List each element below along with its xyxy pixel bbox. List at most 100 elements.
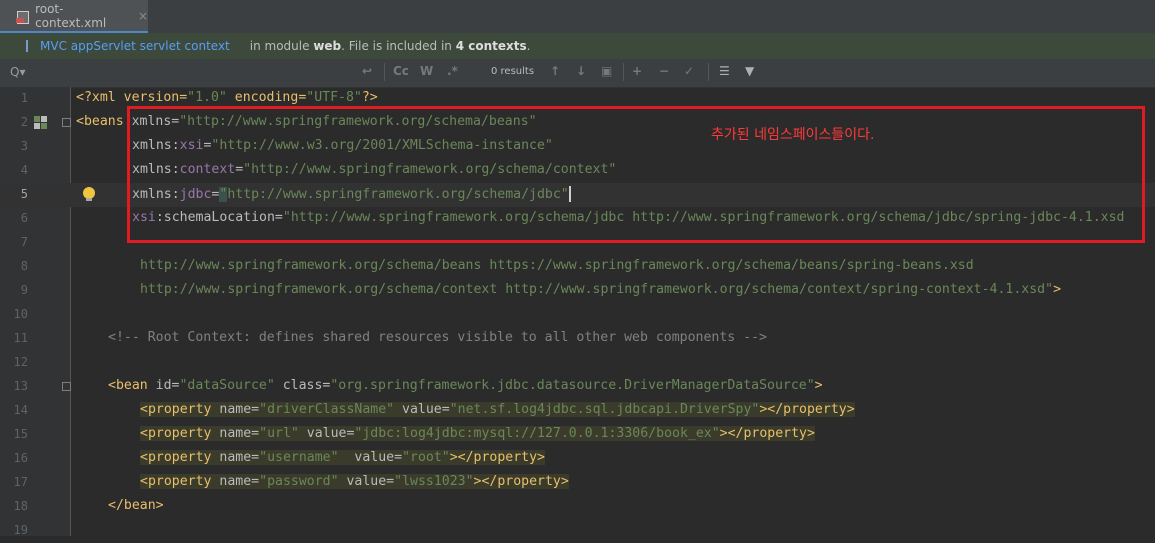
module-name: web [313, 39, 342, 53]
attr-value: "root" [402, 450, 450, 465]
bean-open-tag: <bean [108, 378, 156, 393]
attr-name: value [338, 474, 387, 489]
fold-toggle-icon[interactable] [62, 382, 71, 391]
line-number: 9 [20, 283, 28, 297]
attr-value: "url" [259, 426, 299, 441]
search-icon[interactable]: Q▾ [10, 65, 25, 79]
code-text: <!-- Root Context: defines shared resour… [108, 330, 767, 345]
close-icon[interactable]: × [138, 9, 148, 23]
funnel-filter-icon[interactable]: ▼ [745, 64, 754, 78]
attr-value: "dataSource" [179, 378, 275, 393]
property-open-tag: <property [140, 402, 220, 417]
servlet-context-link[interactable]: MVC appServlet servlet context [40, 39, 230, 53]
code-line: 18 </bean> [0, 495, 1155, 519]
line-number: 19 [13, 523, 28, 537]
code-text: http://www.springframework.org/schema/be… [140, 258, 974, 273]
line-number: 4 [20, 163, 28, 177]
beans-open-tag: <beans [76, 114, 132, 129]
property-close-tag: ></property> [719, 426, 815, 441]
info-text: in module web. File is included in 4 con… [250, 39, 531, 53]
xml-decl-close: ?> [361, 90, 378, 105]
attr-name: name [219, 450, 252, 465]
attr-equals: = [251, 402, 260, 417]
attr-name: value [394, 402, 442, 417]
previous-occurrence-icon[interactable]: ↑ [550, 64, 560, 78]
code-line: 19 [0, 519, 1155, 543]
attr-equals: = [394, 450, 403, 465]
lightbulb-icon[interactable] [83, 187, 95, 201]
attr-name: name [219, 426, 252, 441]
code-text: <property name="username" value="root"><… [140, 450, 545, 465]
add-occurrence-icon[interactable]: + [632, 64, 642, 78]
attr-value: "net.sf.log4jdbc.sql.jdbcapi.DriverSpy" [449, 402, 760, 417]
attr-name: id [155, 378, 172, 393]
attr-value: http://www.springframework.org/schema/be… [140, 258, 974, 273]
annotation-highlight-box [127, 106, 1145, 243]
code-line: 14 <property name="driverClassName" valu… [0, 399, 1155, 423]
tag-close: > [1053, 282, 1062, 297]
info-text-end: . [526, 39, 531, 53]
attr-equals: = [251, 426, 260, 441]
xml-encoding-attr: encoding= [226, 90, 307, 105]
code-line: 17 <property name="password" value="lwss… [0, 471, 1155, 495]
toolbar-separator [623, 63, 624, 81]
editor-tab-bar: root-context.xml × [0, 0, 1155, 34]
code-text: http://www.springframework.org/schema/co… [140, 282, 1061, 297]
code-text: <property name="driverClassName" value="… [140, 402, 855, 417]
toolbar-separator [708, 63, 709, 81]
line-number: 16 [13, 451, 28, 465]
code-text: <property name="password" value="lwss102… [140, 474, 569, 489]
xml-version-value: "1.0" [187, 90, 227, 105]
line-number: 6 [20, 211, 28, 225]
spring-bean-gutter-icon[interactable] [34, 116, 50, 130]
contexts-count[interactable]: 4 contexts [456, 39, 527, 53]
property-close-tag: ></property> [759, 402, 855, 417]
attr-equals: = [386, 474, 395, 489]
line-number: 18 [13, 499, 28, 513]
line-number: 15 [13, 427, 28, 441]
code-line: 10 [0, 303, 1155, 327]
search-results-count: 0 results [491, 66, 535, 77]
line-number: 8 [20, 259, 28, 273]
line-number: 7 [20, 235, 28, 249]
line-number: 13 [13, 379, 28, 393]
find-toolbar: Q▾ ↩ Cc W .* 0 results ↑ ↓ ▣ + − ✓ ☰ ▼ [0, 59, 1155, 88]
attr-value: "driverClassName" [259, 402, 395, 417]
select-all-occurrences-icon[interactable]: ▣ [601, 64, 612, 78]
file-tab[interactable]: root-context.xml × [0, 0, 148, 34]
code-line: 15 <property name="url" value="jdbc:log4… [0, 423, 1155, 447]
filter-search-icon[interactable]: ☰ [719, 64, 730, 78]
regex-toggle[interactable]: .* [447, 64, 458, 78]
remove-occurrence-icon[interactable]: − [659, 64, 669, 78]
code-line: 9 http://www.springframework.org/schema/… [0, 279, 1155, 303]
toolbar-separator [384, 63, 385, 81]
attr-equals: = [251, 450, 260, 465]
xml-comment: <!-- Root Context: defines shared resour… [108, 330, 767, 345]
attr-equals: = [251, 474, 260, 489]
property-open-tag: <property [140, 426, 220, 441]
whole-words-toggle[interactable]: W [420, 64, 433, 78]
line-number: 10 [13, 307, 28, 321]
line-number: 2 [20, 115, 28, 129]
attr-value: "lwss1023" [394, 474, 474, 489]
next-occurrence-icon[interactable]: ↓ [576, 64, 586, 78]
fold-toggle-icon[interactable] [62, 118, 71, 127]
property-open-tag: <property [140, 474, 220, 489]
match-case-toggle[interactable]: Cc [393, 64, 409, 78]
line-number: 14 [13, 403, 28, 417]
code-text: <?xml version="1.0" encoding="UTF-8"?> [76, 90, 378, 105]
attr-name: name [219, 474, 252, 489]
code-text: <bean id="dataSource" class="org.springf… [108, 378, 823, 393]
replace-toggle-icon[interactable]: ↩ [362, 64, 372, 78]
code-line: 16 <property name="username" value="root… [0, 447, 1155, 471]
code-line: 13 <bean id="dataSource" class="org.spri… [0, 375, 1155, 399]
line-number: 12 [13, 355, 28, 369]
exclude-occurrence-icon[interactable]: ✓ [684, 64, 694, 78]
info-marker-icon [26, 40, 28, 52]
line-number: 5 [20, 187, 28, 201]
info-text-middle: . File is included in [341, 39, 452, 53]
line-number: 17 [13, 475, 28, 489]
xml-file-icon [16, 9, 30, 24]
code-line: 8 http://www.springframework.org/schema/… [0, 255, 1155, 279]
line-number: 3 [20, 139, 28, 153]
